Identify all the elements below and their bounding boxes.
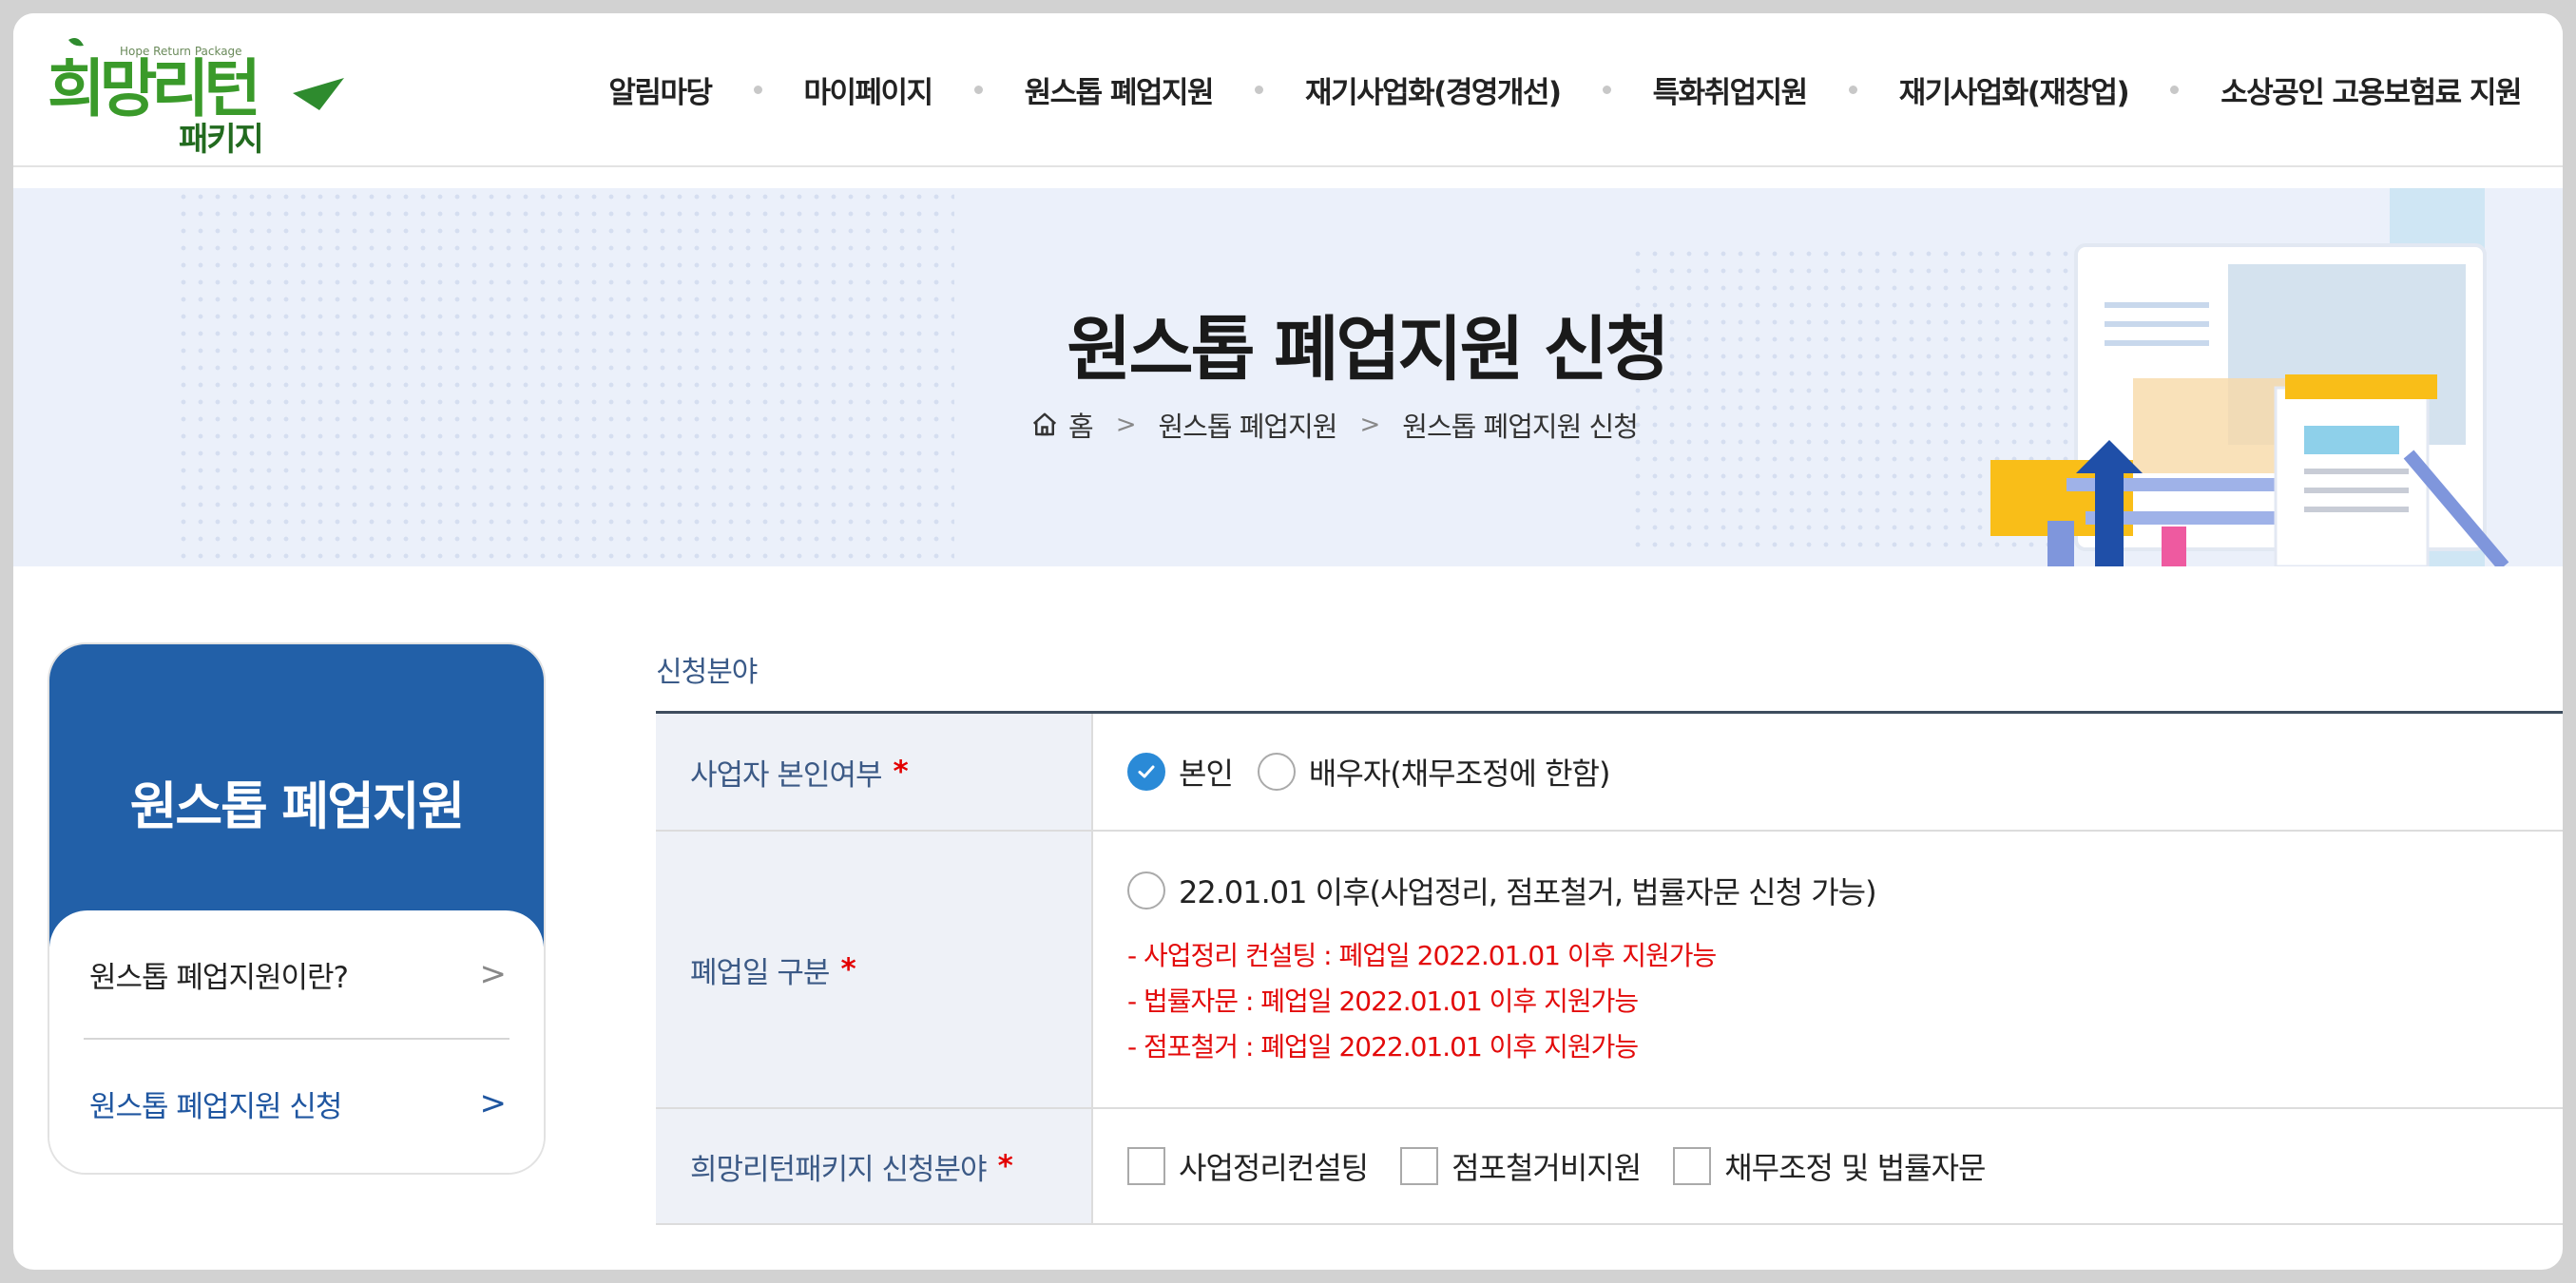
side-nav-item-apply[interactable]: 원스톱 폐업지원 신청 > xyxy=(84,1040,509,1167)
form-row-support-field: 희망리턴패키지 신청분야 * 사업정리컨설팅 점포철거비지원 채무조정 및 법률… xyxy=(656,1109,2563,1225)
checkbox[interactable] xyxy=(1127,1147,1165,1185)
form-row-applicant-type: 사업자 본인여부 * 본인 배우자(채무조정에 한함) xyxy=(656,714,2563,832)
site-logo[interactable]: 희망리턴 Hope Return Package 패키지 xyxy=(48,36,361,160)
radio-button-checked[interactable] xyxy=(1127,753,1165,791)
nav-separator xyxy=(753,85,762,94)
notice-text: - 사업정리 컨설팅 : 폐업일 2022.01.01 이후 지원가능 xyxy=(1127,940,1717,971)
chevron-right-icon: > xyxy=(1359,411,1380,439)
radio-option-label: 본인 xyxy=(1179,756,1234,792)
notice-list: - 사업정리 컨설팅 : 폐업일 2022.01.01 이후 지원가능 - 법률… xyxy=(1127,933,2563,1070)
radio-option-after-2022[interactable]: 22.01.01 이후(사업정리, 점포철거, 법률자문 신청 가능) xyxy=(1127,869,2563,912)
logo-leaf-icon xyxy=(68,38,84,47)
checkbox[interactable] xyxy=(1673,1147,1712,1185)
radio-button[interactable] xyxy=(1127,871,1165,910)
checkbox-option-label: 채무조정 및 법률자문 xyxy=(1724,1150,1986,1186)
side-nav-item-about[interactable]: 원스톱 폐업지원이란? > xyxy=(84,910,509,1040)
nav-separator xyxy=(1255,85,1264,94)
form-field: 22.01.01 이후(사업정리, 점포철거, 법률자문 신청 가능) - 사업… xyxy=(1093,832,2563,1107)
home-icon[interactable] xyxy=(1030,411,1059,439)
chevron-right-icon: > xyxy=(479,1084,507,1122)
notice-text: - 법률자문 : 폐업일 2022.01.01 이후 지원가능 xyxy=(1127,986,1639,1017)
chevron-right-icon: > xyxy=(1115,411,1137,439)
required-mark: * xyxy=(997,1149,1013,1183)
side-nav-item-label: 원스톱 폐업지원 신청 xyxy=(89,1089,342,1124)
logo-main-text: 희망리턴 xyxy=(48,52,256,125)
radio-group: 본인 배우자(채무조정에 한함) xyxy=(1127,750,2563,794)
notice-text: - 점포철거 : 폐업일 2022.01.01 이후 지원가능 xyxy=(1127,1031,1639,1063)
required-mark: * xyxy=(893,755,909,789)
section-title: 신청분야 xyxy=(656,656,758,689)
checkbox-option-label: 사업정리컨설팅 xyxy=(1179,1150,1369,1186)
form-field: 사업정리컨설팅 점포철거비지원 채무조정 및 법률자문 xyxy=(1093,1109,2563,1223)
page-frame: 희망리턴 Hope Return Package 패키지 알림마당 마이페이지 … xyxy=(13,13,2563,1270)
chevron-right-icon: > xyxy=(479,955,507,993)
site-header: 희망리턴 Hope Return Package 패키지 알림마당 마이페이지 … xyxy=(13,13,2563,167)
radio-button[interactable] xyxy=(1257,753,1296,791)
checkbox-option-label: 점포철거비지원 xyxy=(1451,1150,1642,1186)
checkbox-option-legal[interactable]: 채무조정 및 법률자문 xyxy=(1673,1144,1987,1188)
breadcrumb-current: 원스톱 폐업지원 신청 xyxy=(1402,411,1639,443)
radio-option-spouse[interactable]: 배우자(채무조정에 한함) xyxy=(1257,750,1611,794)
main-nav: 알림마당 마이페이지 원스톱 폐업지원 재기사업화(경영개선) 특화취업지원 재… xyxy=(608,13,2522,165)
nav-separator xyxy=(973,85,983,94)
form-label-text: 사업자 본인여부 xyxy=(690,757,882,793)
logo-arrow-icon xyxy=(293,78,344,110)
form-label-text: 희망리턴패키지 신청분야 xyxy=(690,1152,988,1187)
checkbox[interactable] xyxy=(1400,1147,1439,1185)
checkbox-option-consulting[interactable]: 사업정리컨설팅 xyxy=(1127,1144,1369,1188)
form-row-closure-date: 폐업일 구분 * 22.01.01 이후(사업정리, 점포철거, 법률자문 신청… xyxy=(656,832,2563,1109)
breadcrumb: 홈 > 원스톱 폐업지원 > 원스톱 폐업지원 신청 xyxy=(1030,405,1639,445)
side-nav: 원스톱 폐업지원 원스톱 폐업지원이란? > 원스톱 폐업지원 신청 > xyxy=(48,642,546,1175)
radio-option-label: 22.01.01 이후(사업정리, 점포철거, 법률자문 신청 가능) xyxy=(1179,874,1877,910)
form-label-text: 폐업일 구분 xyxy=(690,955,830,990)
banner-illustration xyxy=(1990,188,2509,566)
breadcrumb-section[interactable]: 원스톱 폐업지원 xyxy=(1158,405,1337,445)
nav-item-mypage[interactable]: 마이페이지 xyxy=(804,68,934,111)
nav-separator xyxy=(1848,85,1857,94)
form-field: 본인 배우자(채무조정에 한함) xyxy=(1093,714,2563,830)
radio-option-label: 배우자(채무조정에 한함) xyxy=(1308,756,1611,792)
nav-separator xyxy=(1602,85,1611,94)
checkbox-group: 사업정리컨설팅 점포철거비지원 채무조정 및 법률자문 xyxy=(1127,1144,2563,1188)
side-nav-item-label: 원스톱 폐업지원이란? xyxy=(89,960,349,995)
application-form: 사업자 본인여부 * 본인 배우자(채무조정에 한함) 폐업일 구분 * 22.… xyxy=(656,711,2563,1225)
nav-item-employment-support[interactable]: 특화취업지원 xyxy=(1653,68,1809,111)
breadcrumb-home[interactable]: 홈 xyxy=(1068,405,1094,445)
checkmark-icon xyxy=(1138,765,1155,778)
required-mark: * xyxy=(840,952,855,986)
nav-item-closure-support[interactable]: 원스톱 폐업지원 xyxy=(1025,68,1215,111)
nav-separator xyxy=(2170,85,2180,94)
form-label: 희망리턴패키지 신청분야 * xyxy=(656,1109,1093,1223)
nav-item-management-improvement[interactable]: 재기사업화(경영개선) xyxy=(1305,68,1562,111)
side-nav-header: 원스톱 폐업지원 xyxy=(49,644,544,947)
nav-item-insurance-support[interactable]: 소상공인 고용보험료 지원 xyxy=(2220,68,2522,111)
side-nav-list: 원스톱 폐업지원이란? > 원스톱 폐업지원 신청 > xyxy=(49,910,544,1173)
page-banner: 원스톱 폐업지원 신청 홈 > 원스톱 폐업지원 > 원스톱 폐업지원 신청 xyxy=(13,188,2563,566)
nav-item-restart-business[interactable]: 재기사업화(재창업) xyxy=(1899,68,2130,111)
form-label: 사업자 본인여부 * xyxy=(656,714,1093,830)
radio-option-self[interactable]: 본인 xyxy=(1127,750,1234,794)
nav-item-notice[interactable]: 알림마당 xyxy=(608,68,713,111)
logo-eng-text: Hope Return Package xyxy=(120,45,242,58)
logo-sub-text: 패키지 xyxy=(179,121,262,159)
side-nav-title: 원스톱 폐업지원 xyxy=(129,776,466,836)
form-label: 폐업일 구분 * xyxy=(656,832,1093,1107)
checkbox-option-demolition[interactable]: 점포철거비지원 xyxy=(1400,1144,1642,1188)
